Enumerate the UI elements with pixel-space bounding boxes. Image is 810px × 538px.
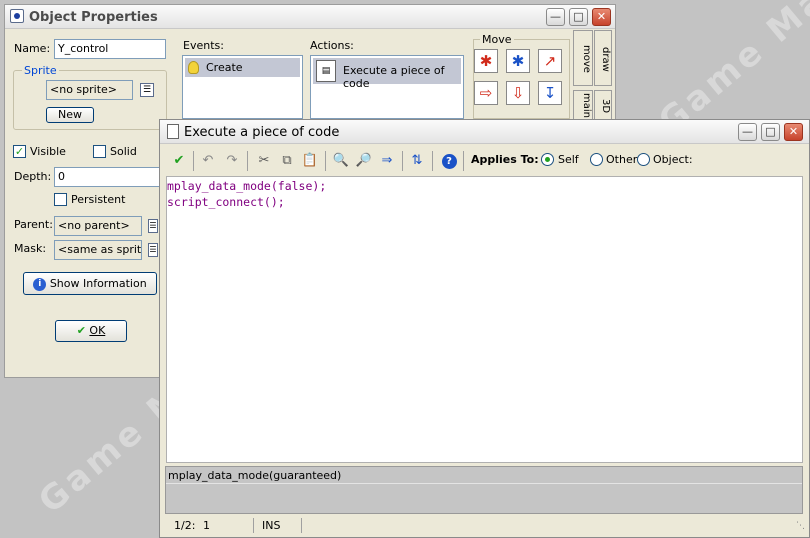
mask-field[interactable]: <same as sprite> bbox=[54, 240, 142, 260]
title-bar: Object Properties — □ ✕ bbox=[5, 5, 615, 29]
sprite-group-label: Sprite bbox=[22, 64, 59, 77]
toolbar-separator bbox=[193, 151, 194, 171]
function-hint: mplay_data_mode(guaranteed) bbox=[168, 469, 342, 482]
sprite-menu-icon[interactable]: ☰ bbox=[140, 83, 154, 97]
maximize-button[interactable]: □ bbox=[569, 8, 588, 26]
parent-menu-icon[interactable]: ☰ bbox=[148, 219, 158, 233]
speed-vertical-icon[interactable]: ⇩ bbox=[506, 81, 530, 105]
persistent-checkbox[interactable] bbox=[54, 193, 67, 206]
code-window-title: Execute a piece of code bbox=[184, 125, 340, 140]
find-icon[interactable]: 🔍 bbox=[332, 152, 350, 170]
toolbar-separator bbox=[325, 151, 326, 171]
event-item-create[interactable]: Create bbox=[185, 58, 300, 77]
parent-label: Parent: bbox=[14, 218, 53, 231]
code-page-icon bbox=[167, 124, 179, 139]
applies-to-label: Applies To: bbox=[471, 153, 539, 166]
lightbulb-icon bbox=[188, 61, 199, 74]
accept-check-icon[interactable]: ✔ bbox=[170, 152, 188, 170]
actions-list[interactable]: ▤ Execute a piece of code bbox=[310, 55, 464, 119]
applies-object-radio[interactable] bbox=[637, 153, 650, 166]
events-label: Events: bbox=[183, 39, 224, 52]
toolbar-separator bbox=[247, 151, 248, 171]
toolbar-separator bbox=[432, 151, 433, 171]
resize-grip-icon[interactable]: ⋱ bbox=[796, 521, 805, 531]
code-line[interactable]: script_connect(); bbox=[167, 194, 802, 210]
code-editor[interactable]: mplay_data_mode(false); script_connect()… bbox=[166, 176, 803, 463]
solid-label: Solid bbox=[110, 145, 137, 158]
info-icon: i bbox=[33, 277, 47, 291]
tab-main1[interactable]: main1 bbox=[573, 90, 593, 124]
help-icon[interactable]: ? bbox=[440, 152, 458, 170]
object-icon bbox=[10, 9, 24, 23]
status-bar: 1/2: 1 INS ⋱ bbox=[163, 516, 807, 535]
check-icon: ✔ bbox=[76, 324, 86, 337]
hint-bar: mplay_data_mode(guaranteed) bbox=[165, 466, 803, 514]
visible-checkbox[interactable]: ✓ bbox=[13, 145, 26, 158]
depth-label: Depth: bbox=[14, 170, 52, 183]
speed-horizontal-icon[interactable]: ⇨ bbox=[474, 81, 498, 105]
applies-self-label: Self bbox=[558, 153, 579, 166]
tab-3d[interactable]: 3D bbox=[594, 90, 612, 120]
tab-move[interactable]: move bbox=[573, 30, 593, 86]
ok-label: OK bbox=[89, 324, 106, 337]
mask-label: Mask: bbox=[14, 242, 47, 255]
visible-label: Visible bbox=[30, 145, 66, 158]
maximize-button[interactable]: □ bbox=[761, 123, 780, 141]
move-group-label: Move bbox=[480, 33, 514, 46]
new-sprite-button[interactable]: New bbox=[46, 107, 94, 123]
copy-icon[interactable]: ⧉ bbox=[278, 152, 296, 170]
goto-line-icon[interactable]: ⇒ bbox=[378, 152, 396, 170]
events-list[interactable]: Create bbox=[182, 55, 303, 119]
tab-draw[interactable]: draw bbox=[594, 30, 612, 86]
move-free-icon[interactable]: ✱ bbox=[506, 49, 530, 73]
replace-icon[interactable]: 🔎 bbox=[355, 152, 373, 170]
color-settings-icon[interactable]: ⇅ bbox=[408, 152, 426, 170]
depth-field[interactable]: 0 bbox=[54, 167, 162, 187]
status-column: 1 bbox=[203, 519, 210, 532]
applies-other-label: Other bbox=[606, 153, 638, 166]
undo-icon[interactable]: ↶ bbox=[199, 152, 217, 170]
status-line: 1/2: bbox=[174, 519, 196, 532]
redo-icon[interactable]: ↷ bbox=[223, 152, 241, 170]
code-title-bar: Execute a piece of code — □ ✕ bbox=[160, 120, 809, 144]
applies-self-radio[interactable] bbox=[541, 153, 554, 166]
mask-menu-icon[interactable]: ☰ bbox=[148, 243, 158, 257]
parent-field[interactable]: <no parent> bbox=[54, 216, 142, 236]
show-information-button[interactable]: i Show Information bbox=[23, 272, 157, 295]
ok-button[interactable]: ✔ OK bbox=[55, 320, 127, 342]
close-button[interactable]: ✕ bbox=[784, 123, 803, 141]
code-page-icon: ▤ bbox=[316, 60, 336, 82]
event-label: Create bbox=[206, 61, 243, 74]
applies-other-radio[interactable] bbox=[590, 153, 603, 166]
gravity-icon[interactable]: ↧ bbox=[538, 81, 562, 105]
sprite-field[interactable]: <no sprite> bbox=[46, 80, 133, 100]
toolbar-separator bbox=[402, 151, 403, 171]
window-title: Object Properties bbox=[29, 10, 158, 25]
move-towards-icon[interactable]: ↗ bbox=[538, 49, 562, 73]
code-line[interactable]: mplay_data_mode(false); bbox=[167, 178, 802, 194]
name-label: Name: bbox=[14, 42, 51, 55]
toolbar-separator bbox=[463, 151, 464, 171]
show-information-label: Show Information bbox=[49, 277, 147, 290]
minimize-button[interactable]: — bbox=[738, 123, 757, 141]
close-button[interactable]: ✕ bbox=[592, 8, 611, 26]
name-field[interactable]: Y_control bbox=[54, 39, 166, 59]
cut-icon[interactable]: ✂ bbox=[255, 152, 273, 170]
paste-icon[interactable]: 📋 bbox=[301, 152, 319, 170]
solid-checkbox[interactable] bbox=[93, 145, 106, 158]
action-item-execute-code[interactable]: ▤ Execute a piece of code bbox=[313, 58, 461, 90]
move-fixed-icon[interactable]: ✱ bbox=[474, 49, 498, 73]
persistent-label: Persistent bbox=[71, 193, 126, 206]
minimize-button[interactable]: — bbox=[546, 8, 565, 26]
applies-object-label: Object: bbox=[653, 153, 693, 166]
action-label: Execute a piece of code bbox=[343, 64, 445, 90]
actions-label: Actions: bbox=[310, 39, 354, 52]
status-mode: INS bbox=[262, 519, 281, 532]
